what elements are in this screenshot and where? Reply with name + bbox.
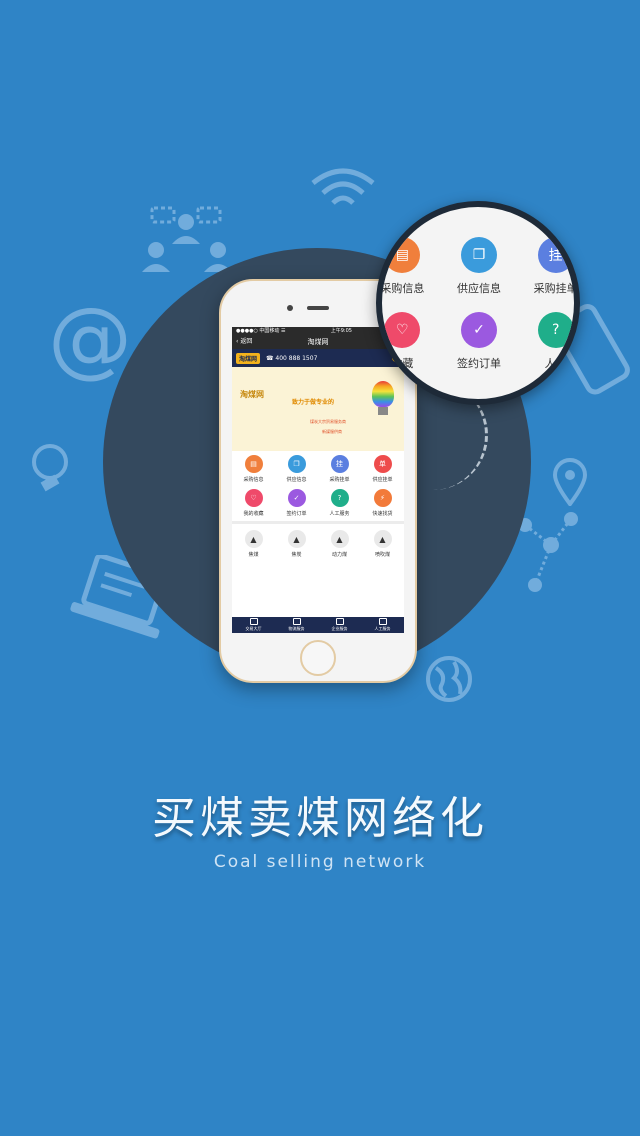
- tab-icon: [335, 618, 344, 625]
- wifi-icon: [311, 168, 375, 205]
- grid-item-label: 采购挂单: [329, 477, 350, 483]
- brand-bar: 淘煤网 ☎ 400 888 1507: [232, 349, 404, 367]
- magnified-label: 签约订单: [456, 357, 501, 370]
- magnified-item: ♡ 收藏: [382, 312, 441, 371]
- order-icon: 单: [373, 455, 392, 473]
- carrier: ●●●●○ 中国移动 ☰: [236, 328, 286, 334]
- clock: 上午9:05: [330, 328, 352, 334]
- hang-order-icon: 挂: [330, 455, 349, 473]
- grid-item[interactable]: ▤ 采购信息: [232, 455, 275, 483]
- heart-icon: ♡: [384, 312, 421, 348]
- grid-item-label: 人工服务: [329, 511, 350, 517]
- grid-item[interactable]: ? 人工服务: [318, 489, 361, 517]
- people-icon: [142, 206, 232, 272]
- grid-item-label: 供应挂单: [372, 477, 393, 483]
- tab-item[interactable]: 人工服务: [361, 617, 404, 633]
- tab-item[interactable]: 企业服务: [318, 617, 361, 633]
- banner-line1: 煤炭大宗贸易服务商: [310, 419, 346, 424]
- promo-banner[interactable]: 淘煤网 致力于做专业的 煤炭大宗贸易服务商 新媒服供商: [232, 367, 404, 451]
- banner-line2: 新媒服供商: [322, 429, 342, 434]
- magnified-label: 采购信息: [380, 282, 425, 295]
- phone-screen: ●●●●○ 中国移动 ☰ 上午9:05 ▮ ‹ 返回 淘煤网 淘煤网 ☎ 400…: [232, 327, 404, 633]
- nav-bar: ‹ 返回 淘煤网: [232, 335, 404, 349]
- grid-item[interactable]: ❐ 供应信息: [275, 455, 318, 483]
- document-icon: ▤: [384, 237, 421, 273]
- document-icon: ▤: [244, 455, 263, 473]
- magnified-item: ✓ 签约订单: [441, 312, 518, 371]
- magnified-label: 收藏: [391, 357, 414, 370]
- magnified-label: 采购挂单: [533, 282, 578, 295]
- banner-slogan: 致力于做专业的: [292, 399, 335, 406]
- check-icon: ✓: [287, 489, 306, 507]
- svg-text:@: @: [48, 295, 132, 385]
- copy-icon: ❐: [460, 237, 497, 273]
- magnified-grid: ▤ 采购信息 ❐ 供应信息 挂采购挂单 ♡ 收藏 ✓ 签约订单? 人工: [380, 237, 578, 371]
- coal-item-label: 动力煤: [331, 552, 347, 558]
- magnified-item: ? 人工: [517, 312, 574, 371]
- grid-item[interactable]: ✓ 签约订单: [275, 489, 318, 517]
- grid-item[interactable]: 挂采购挂单: [318, 455, 361, 483]
- grid-item[interactable]: 单供应挂单: [361, 455, 404, 483]
- tab-label: 交易大厅: [245, 626, 262, 631]
- tab-label: 企业服务: [331, 626, 348, 631]
- magnifier-lens: ▤ 采购信息 ❐ 供应信息 挂采购挂单 ♡ 收藏 ✓ 签约订单? 人工: [376, 201, 580, 405]
- speaker: [307, 306, 329, 310]
- coal-pile-icon: ▲: [244, 530, 263, 548]
- hotline[interactable]: ☎ 400 888 1507: [266, 355, 317, 362]
- headline: 买煤卖煤网络化: [152, 793, 488, 844]
- coal-pile-icon: ▲: [330, 530, 349, 548]
- check-icon: ✓: [460, 312, 497, 348]
- tab-icon: [249, 618, 258, 625]
- grid-item[interactable]: ♡ 我的收藏: [232, 489, 275, 517]
- grid-item-label: 采购信息: [243, 477, 264, 483]
- nav-title: 淘煤网: [307, 338, 329, 346]
- heart-icon: ♡: [244, 489, 263, 507]
- banner-logo: 淘煤网: [240, 390, 264, 399]
- back-button[interactable]: ‹ 返回: [236, 335, 252, 349]
- brand-logo: 淘煤网: [236, 352, 261, 364]
- coal-item[interactable]: ▲ 焦炭: [275, 530, 318, 558]
- help-icon: ?: [537, 312, 574, 348]
- at-icon: @: [48, 295, 132, 385]
- tab-item[interactable]: 交易大厅: [232, 617, 275, 633]
- coal-item-label: 喷吹煤: [374, 552, 390, 558]
- copy-icon: ❐: [287, 455, 306, 473]
- tab-icon: [292, 618, 301, 625]
- globe-icon: [426, 656, 472, 702]
- magnified-label: 供应信息: [456, 282, 501, 295]
- tab-bar: 交易大厅 物流服务 企业服务 人工服务: [232, 617, 404, 633]
- coal-item-label: 焦煤: [248, 552, 259, 558]
- coal-pile-icon: ▲: [373, 530, 392, 548]
- grid-item[interactable]: ⚡ 快速找货: [361, 489, 404, 517]
- coal-pile-icon: ▲: [287, 530, 306, 548]
- camera: [287, 305, 293, 311]
- feature-grid: ▤ 采购信息 ❐ 供应信息挂采购挂单单供应挂单 ♡ 我的收藏 ✓ 签约订单? 人工服务 ⚡ 快速找货: [232, 451, 404, 521]
- home-button[interactable]: [300, 640, 336, 676]
- grid-item-label: 快速找货: [372, 511, 393, 517]
- grid-item-label: 我的收藏: [243, 511, 264, 517]
- coal-item[interactable]: ▲ 动力煤: [318, 530, 361, 558]
- lightbulb-icon: [372, 381, 394, 407]
- magnified-item: 挂采购挂单: [517, 237, 578, 296]
- coal-item-label: 焦炭: [291, 552, 302, 558]
- subline: Coal selling network: [213, 852, 427, 872]
- grid-item-label: 供应信息: [286, 477, 307, 483]
- grid-item-label: 签约订单: [286, 511, 307, 517]
- magnified-label: 人工: [544, 357, 567, 370]
- bulb-base: [378, 407, 388, 415]
- coal-types: ▲ 焦煤 ▲ 焦炭 ▲ 动力煤 ▲ 喷吹煤: [232, 524, 404, 562]
- magnified-item: ▤ 采购信息: [380, 237, 441, 296]
- location-icon: [552, 458, 588, 506]
- magnified-item: ❐ 供应信息: [441, 237, 518, 296]
- lightbulb-icon: [32, 444, 68, 492]
- tab-label: 物流服务: [288, 626, 305, 631]
- tab-item[interactable]: 物流服务: [275, 617, 318, 633]
- help-icon: ?: [330, 489, 349, 507]
- coal-item[interactable]: ▲ 焦煤: [232, 530, 275, 558]
- hang-order-icon: 挂: [537, 237, 574, 273]
- coal-item[interactable]: ▲ 喷吹煤: [361, 530, 404, 558]
- tab-label: 人工服务: [374, 626, 391, 631]
- bolt-icon: ⚡: [373, 489, 392, 507]
- tab-icon: [378, 618, 387, 625]
